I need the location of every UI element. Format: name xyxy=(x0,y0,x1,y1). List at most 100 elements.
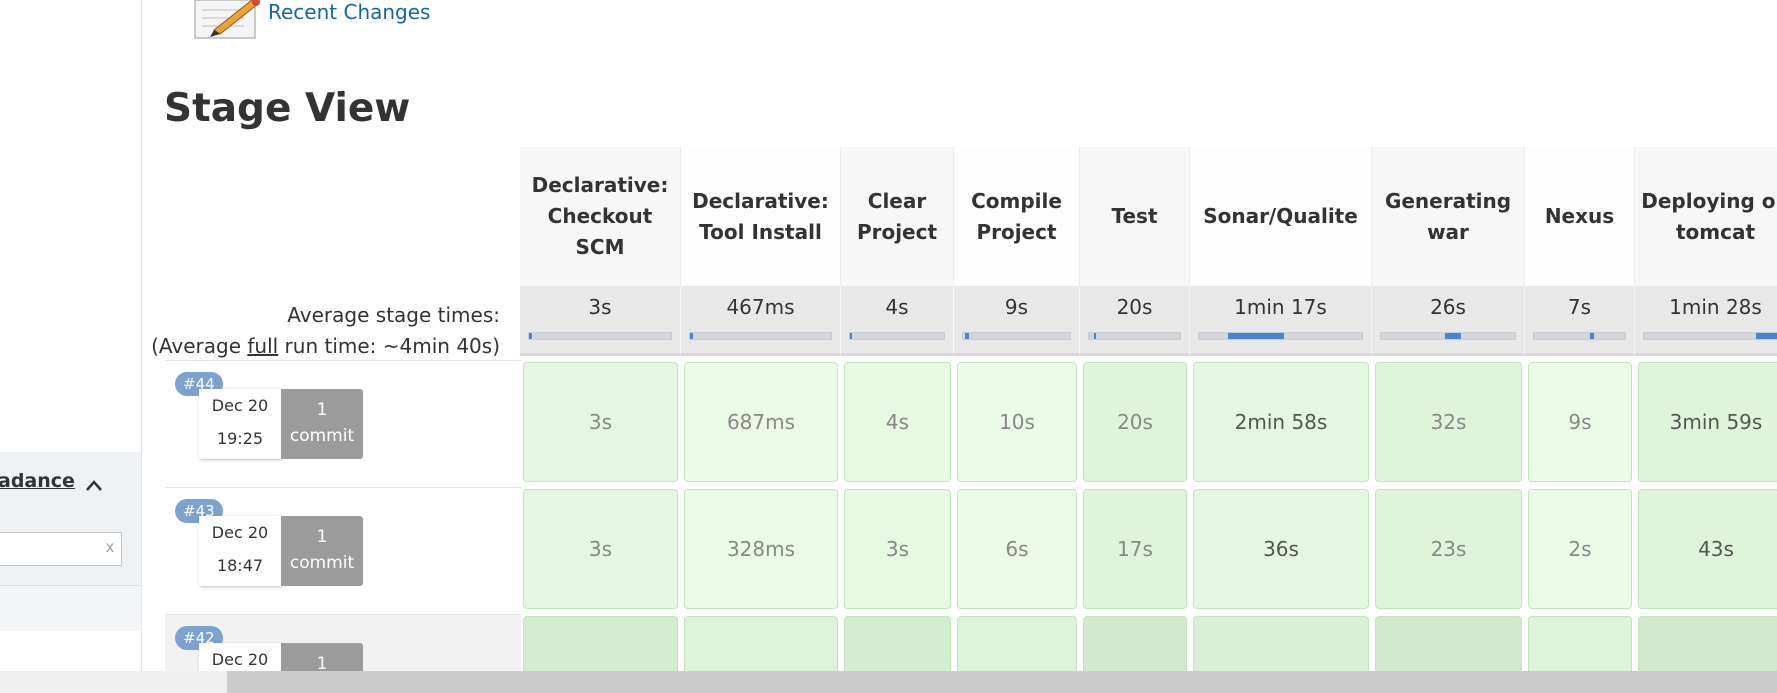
stage-progress-bar xyxy=(689,332,832,340)
notepad-pencil-icon xyxy=(194,0,260,39)
stage-progress-bar xyxy=(1380,332,1516,340)
stage-cell[interactable]: 4s xyxy=(844,362,951,482)
average-times-label: Average stage times: (Average full run t… xyxy=(151,300,500,362)
clear-filter-icon[interactable]: x xyxy=(106,539,114,557)
average-full-run-text: (Average full run time: ~4min 40s) xyxy=(151,334,500,358)
stage-progress-fill xyxy=(1755,333,1777,339)
stage-cell[interactable]: 17s xyxy=(1083,489,1187,609)
stage-cell[interactable]: 3s xyxy=(523,489,678,609)
stage-average-time: 26s xyxy=(1430,295,1466,319)
stage-average-time: 4s xyxy=(885,295,909,319)
stage-cell[interactable]: 36s xyxy=(1193,489,1369,609)
stage-cell[interactable] xyxy=(1528,616,1632,676)
stage-header: Test xyxy=(1080,147,1190,286)
stage-cell[interactable]: 3s xyxy=(523,362,678,482)
stage-cell[interactable] xyxy=(1638,616,1777,676)
stage-progress-fill xyxy=(1590,333,1595,339)
stage-column: Test 20s 20s 17s xyxy=(1080,147,1190,676)
stage-progress-fill xyxy=(850,333,852,339)
stage-cell[interactable]: 20s xyxy=(1083,362,1187,482)
stage-average-time: 20s xyxy=(1116,295,1153,319)
run-row[interactable]: #42 Dec 20 1commit xyxy=(165,614,521,672)
stage-average-time: 1min 17s xyxy=(1234,295,1327,319)
stage-cell[interactable]: 2s xyxy=(1528,489,1632,609)
stage-progress-bar xyxy=(962,332,1071,340)
stage-cell[interactable] xyxy=(684,616,838,676)
stage-column: Declarative: Checkout SCM 3s 3s 3s xyxy=(520,147,681,676)
build-date: Dec 20 xyxy=(199,643,281,672)
stage-column: Generating war 26s 32s 23s xyxy=(1372,147,1525,676)
stage-cell[interactable]: 3min 59s xyxy=(1638,362,1777,482)
stage-cell[interactable]: 43s xyxy=(1638,489,1777,609)
stage-progress-fill xyxy=(529,333,532,339)
stage-average: 3s xyxy=(520,286,681,356)
stage-cell[interactable] xyxy=(1193,616,1369,676)
stage-cell[interactable] xyxy=(1083,616,1187,676)
stage-progress-fill xyxy=(965,333,970,339)
commit-count-button[interactable]: 1commit xyxy=(281,389,363,459)
stage-header: Declarative: Checkout SCM xyxy=(520,147,681,286)
stage-cell[interactable]: 9s xyxy=(1528,362,1632,482)
page-title: Stage View xyxy=(164,86,411,131)
stage-column: Deploying on tomcat 1min 28s 3min 59s 43s xyxy=(1635,147,1777,676)
stage-header: Deploying on tomcat xyxy=(1635,147,1777,286)
stage-progress-fill xyxy=(690,333,693,339)
stage-average: 26s xyxy=(1372,286,1525,356)
stage-column: Clear Project 4s 4s 3s xyxy=(841,147,954,676)
stage-average-time: 9s xyxy=(1004,295,1029,319)
stage-header: Compile Project xyxy=(954,147,1080,286)
run-row[interactable]: #43 Dec 20 18:47 1 commit xyxy=(165,487,521,614)
stage-header: Clear Project xyxy=(841,147,954,286)
run-row[interactable]: #44 Dec 20 19:25 1 commit xyxy=(165,360,521,487)
stage-average: 1min 28s xyxy=(1635,286,1777,356)
stage-cell[interactable] xyxy=(844,616,951,676)
sidebar-section-footer xyxy=(0,585,141,631)
full-run-link[interactable]: full xyxy=(247,334,278,358)
filter-input[interactable] xyxy=(0,532,122,566)
chevron-up-icon[interactable] xyxy=(84,476,104,496)
commit-count-button[interactable]: 1commit xyxy=(281,643,363,672)
stage-cell[interactable]: 32s xyxy=(1375,362,1522,482)
horizontal-scrollbar[interactable] xyxy=(0,671,1777,693)
stage-average: 1min 17s xyxy=(1190,286,1372,356)
stage-progress-bar xyxy=(528,332,672,340)
scrollbar-thumb[interactable] xyxy=(227,671,1777,693)
stage-progress-fill xyxy=(1093,333,1097,339)
average-stage-times-text: Average stage times: xyxy=(287,303,500,327)
stage-cell[interactable] xyxy=(957,616,1077,676)
stage-average: 467ms xyxy=(681,286,841,356)
stage-column: Sonar/Qualite 1min 17s 2min 58s 36s xyxy=(1190,147,1372,676)
stage-cell[interactable]: 23s xyxy=(1375,489,1522,609)
stage-header: Nexus xyxy=(1525,147,1635,286)
stage-cell[interactable]: 6s xyxy=(957,489,1077,609)
stage-average: 9s xyxy=(954,286,1080,356)
commit-count-button[interactable]: 1commit xyxy=(281,516,363,586)
stage-average: 4s xyxy=(841,286,954,356)
stage-progress-bar xyxy=(1198,332,1363,340)
stage-cell[interactable]: 10s xyxy=(957,362,1077,482)
recent-changes-link[interactable]: Recent Changes xyxy=(268,0,430,24)
stage-progress-fill xyxy=(1445,333,1462,339)
stage-cell[interactable]: 2min 58s xyxy=(1193,362,1369,482)
build-date: Dec 20 18:47 xyxy=(199,516,281,586)
stage-cell[interactable] xyxy=(523,616,678,676)
stage-cell[interactable]: 328ms xyxy=(684,489,838,609)
stage-column: Compile Project 9s 10s 6s xyxy=(954,147,1080,676)
stage-cell[interactable]: 687ms xyxy=(684,362,838,482)
stage-progress-bar xyxy=(1533,332,1626,340)
stage-column: Nexus 7s 9s 2s xyxy=(1525,147,1635,676)
stage-average-time: 467ms xyxy=(726,295,795,319)
stage-average-time: 1min 28s xyxy=(1669,295,1762,319)
build-date: Dec 20 19:25 xyxy=(199,389,281,459)
stage-cell[interactable]: 3s xyxy=(844,489,951,609)
stage-header: Sonar/Qualite xyxy=(1190,147,1372,286)
stage-progress-bar xyxy=(1088,332,1181,340)
stage-progress-bar xyxy=(849,332,945,340)
stage-progress-fill xyxy=(1228,333,1284,339)
sidebar-section-link[interactable]: adance xyxy=(0,470,75,492)
stage-average-time: 3s xyxy=(588,295,612,319)
stage-cell[interactable] xyxy=(1375,616,1522,676)
stage-header: Declarative: Tool Install xyxy=(681,147,841,286)
stage-progress-bar xyxy=(1643,332,1777,340)
stage-column: Declarative: Tool Install 467ms 687ms 328ms xyxy=(681,147,841,676)
